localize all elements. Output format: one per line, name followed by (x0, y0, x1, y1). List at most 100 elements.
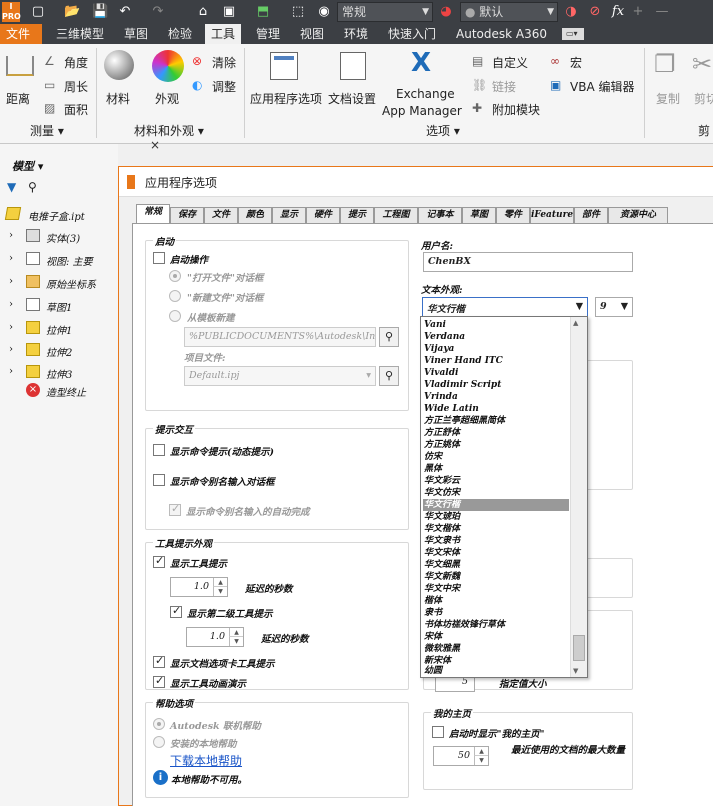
show-alias-dialog-checkbox[interactable] (153, 474, 165, 486)
scroll-down-icon[interactable]: ▼ (573, 667, 578, 675)
angle-button[interactable]: 角度 (64, 54, 88, 71)
appearance-icon[interactable]: ◕ (438, 4, 454, 20)
material-ball-icon[interactable]: ◉ (316, 4, 332, 20)
find-icon[interactable]: ⚲ (28, 180, 37, 194)
expand-icon[interactable]: › (9, 299, 13, 310)
browse-template-icon[interactable]: ⚲ (379, 327, 399, 347)
online-help-radio[interactable] (153, 718, 165, 730)
font-list-scrollbar[interactable]: ▲ ▼ (570, 317, 587, 677)
font-option[interactable]: 华文隶书 (423, 535, 569, 547)
font-option[interactable]: Vijaya (423, 343, 569, 355)
recent-docs-stepper[interactable]: 50 ▲ ▼ (433, 746, 489, 766)
show-tool-animation-checkbox[interactable] (153, 674, 165, 688)
tab-content-center[interactable]: 资源中心 (608, 207, 668, 223)
font-option[interactable]: 仿宋 (423, 451, 569, 463)
tab-prompts[interactable]: 提示 (340, 207, 374, 223)
spin-up-icon[interactable]: ▲ (474, 747, 488, 756)
inventor-logo-icon[interactable]: I PRO (2, 2, 21, 22)
tab-ifeature[interactable]: iFeature (530, 207, 574, 223)
distance-button[interactable]: 距离 (6, 90, 30, 107)
expand-icon[interactable]: › (9, 366, 13, 377)
font-option[interactable]: 华文宋体 (423, 547, 569, 559)
tab-colors[interactable]: 颜色 (238, 207, 272, 223)
font-option[interactable]: Vani (423, 319, 569, 331)
font-option[interactable]: 华文仿宋 (423, 487, 569, 499)
select-icon[interactable]: ⬚ (290, 4, 306, 20)
minus-icon[interactable]: — (654, 4, 670, 20)
tab-hardware[interactable]: 硬件 (306, 207, 340, 223)
font-option[interactable]: 华文琥珀 (423, 511, 569, 523)
material-button[interactable]: 材料 (106, 90, 130, 107)
font-option[interactable]: 幼圆 (423, 665, 569, 677)
browse-project-icon[interactable]: ⚲ (379, 366, 399, 386)
tab-assembly[interactable]: 部件 (574, 207, 608, 223)
username-input[interactable]: ChenBX (423, 252, 633, 272)
font-option[interactable]: 微软雅黑 (423, 643, 569, 655)
font-option[interactable]: 方正舒体 (423, 427, 569, 439)
plus-icon[interactable]: + (630, 4, 646, 20)
expand-icon[interactable]: › (9, 253, 13, 264)
project-file-select[interactable]: Default.ipj ▾ (184, 366, 376, 386)
area-button[interactable]: 面积 (64, 101, 88, 118)
show-command-prompts-checkbox[interactable] (153, 444, 165, 456)
font-option-selected[interactable]: 华文行楷 (423, 499, 569, 511)
scroll-up-icon[interactable]: ▲ (573, 319, 578, 327)
clear-override-icon[interactable]: ⊘ (587, 4, 603, 20)
tab-sketch[interactable]: 草图 (118, 24, 154, 44)
spin-down-icon[interactable]: ▼ (474, 756, 488, 765)
font-option[interactable]: 楷体 (423, 595, 569, 607)
undo-icon[interactable]: ↶ (117, 4, 133, 20)
browser-item-part[interactable]: 电推子盒.ipt (28, 208, 85, 223)
perimeter-button[interactable]: 周长 (64, 78, 88, 95)
font-option[interactable]: Verdana (423, 331, 569, 343)
font-option[interactable]: Viner Hand ITC (423, 355, 569, 367)
customize-button[interactable]: 自定义 (492, 54, 528, 71)
open-file-radio[interactable] (169, 270, 181, 282)
font-option[interactable]: 隶书 (423, 607, 569, 619)
clear-button[interactable]: 清除 (212, 54, 236, 71)
tab-file-options[interactable]: 文件 (204, 207, 238, 223)
new-file-radio[interactable] (169, 290, 181, 302)
copy-button[interactable]: 复制 (656, 90, 680, 107)
browser-item-extrude3[interactable]: 拉伸3 (46, 366, 72, 381)
addins-button[interactable]: 附加模块 (492, 101, 540, 118)
tab-drawing[interactable]: 工程图 (374, 207, 418, 223)
font-option[interactable]: 黑体 (423, 463, 569, 475)
links-button[interactable]: 链接 (492, 78, 516, 95)
home-icon[interactable]: ⌂ (195, 4, 211, 20)
expand-icon[interactable]: › (9, 322, 13, 333)
font-option[interactable]: 华文细黑 (423, 559, 569, 571)
material-combo[interactable]: ● 默认 ▼ (460, 2, 558, 22)
tab-view[interactable]: 视图 (294, 24, 330, 44)
tab-save[interactable]: 保存 (170, 207, 204, 223)
tab-environment[interactable]: 环境 (338, 24, 374, 44)
fx-icon[interactable]: fx (610, 4, 626, 20)
from-template-radio[interactable] (169, 310, 181, 322)
browser-item-extrude1[interactable]: 拉伸1 (46, 322, 72, 337)
expand-icon[interactable]: › (9, 276, 13, 287)
options-group-title[interactable]: 选项 ▾ (426, 122, 460, 139)
save-icon[interactable]: 💾 (92, 4, 108, 20)
style-combo[interactable]: 常规 ▼ (337, 2, 433, 22)
browser-item-origin[interactable]: 原始坐标系 (46, 276, 96, 291)
font-option[interactable]: 方正姚体 (423, 439, 569, 451)
ribbon-toggle-icon[interactable]: ▭▾ (562, 28, 584, 40)
app-options-button[interactable]: 应用程序选项 (250, 90, 322, 107)
tab-general[interactable]: 常规 (136, 204, 170, 224)
browser-item-extrude2[interactable]: 拉伸2 (46, 344, 72, 359)
font-option[interactable]: Vivaldi (423, 367, 569, 379)
tab-inspect[interactable]: 检验 (162, 24, 198, 44)
tooltip-delay-stepper[interactable]: 1.0 ▲ ▼ (170, 577, 228, 597)
new-icon[interactable]: ▢ (30, 4, 46, 20)
color-override-icon[interactable]: ◑ (563, 4, 579, 20)
startup-action-checkbox[interactable] (153, 252, 165, 264)
close-icon[interactable]: × (150, 138, 160, 152)
font-option[interactable]: Wide Latin (423, 403, 569, 415)
macro-button[interactable]: 宏 (570, 54, 582, 71)
tab-manage[interactable]: 管理 (250, 24, 286, 44)
show-home-checkbox[interactable] (432, 726, 444, 738)
adjust-button[interactable]: 调整 (212, 78, 236, 95)
expand-icon[interactable]: › (9, 344, 13, 355)
material-group-title[interactable]: 材料和外观 ▾ (134, 122, 204, 139)
appearance-button[interactable]: 外观 (155, 90, 179, 107)
